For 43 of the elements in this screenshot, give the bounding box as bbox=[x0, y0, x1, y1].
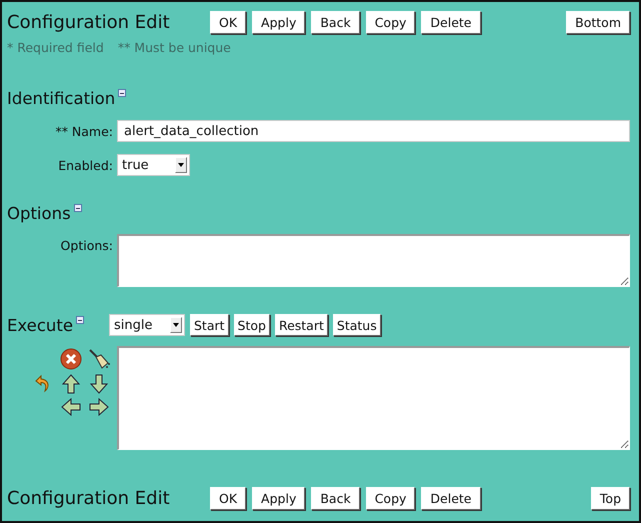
action-button[interactable]: Status bbox=[332, 314, 381, 336]
script-field[interactable] bbox=[117, 346, 630, 450]
name-field[interactable]: alert_data_collection bbox=[117, 120, 630, 142]
field-label: Options: bbox=[60, 237, 113, 253]
toolbar-button[interactable]: Apply bbox=[252, 486, 306, 510]
arrow-up-icon[interactable] bbox=[62, 374, 80, 394]
toolbar-button[interactable]: Back bbox=[311, 486, 360, 510]
section-heading: Options bbox=[7, 204, 71, 222]
page-title: Configuration Edit bbox=[7, 12, 171, 32]
field-label: ** Name: bbox=[54, 123, 113, 139]
toolbar-button[interactable]: OK bbox=[210, 486, 246, 510]
action-button[interactable]: Start bbox=[190, 314, 229, 336]
arrow-left-icon[interactable] bbox=[61, 398, 81, 416]
action-button[interactable]: Stop bbox=[234, 314, 270, 336]
toolbar-button[interactable]: Copy bbox=[366, 10, 416, 34]
cancel-icon[interactable] bbox=[60, 348, 82, 370]
action-button[interactable]: Restart bbox=[274, 314, 328, 336]
select-field[interactable]: single bbox=[108, 314, 185, 336]
options-field[interactable] bbox=[117, 234, 630, 287]
jump-button[interactable]: Bottom bbox=[566, 10, 630, 34]
toolbar-button[interactable]: Copy bbox=[366, 486, 416, 510]
legend-text: * Required field bbox=[7, 40, 104, 55]
dropdown-arrow-icon[interactable] bbox=[178, 163, 184, 167]
broom-icon[interactable] bbox=[88, 348, 110, 370]
toolbar-button[interactable]: Back bbox=[311, 10, 360, 34]
collapse-icon[interactable] bbox=[74, 204, 82, 212]
toolbar-button[interactable]: OK bbox=[210, 10, 246, 34]
collapse-icon[interactable] bbox=[76, 316, 84, 324]
arrow-down-icon[interactable] bbox=[90, 374, 108, 394]
section-heading: Execute bbox=[7, 316, 73, 334]
dropdown-arrow-icon[interactable] bbox=[172, 323, 179, 327]
select-field[interactable]: true bbox=[117, 154, 190, 176]
toolbar-button[interactable]: Delete bbox=[421, 486, 480, 510]
toolbar-button[interactable]: Apply bbox=[252, 10, 306, 34]
section-heading: Identification bbox=[7, 88, 116, 108]
page-title: Configuration Edit bbox=[7, 488, 171, 508]
arrow-right-icon[interactable] bbox=[89, 398, 109, 416]
undo-icon[interactable] bbox=[35, 374, 51, 394]
field-label: Enabled: bbox=[57, 157, 113, 173]
legend-text: ** Must be unique bbox=[118, 40, 231, 55]
jump-button[interactable]: Top bbox=[590, 486, 630, 510]
toolbar-button[interactable]: Delete bbox=[421, 10, 480, 34]
collapse-icon[interactable] bbox=[118, 89, 126, 97]
